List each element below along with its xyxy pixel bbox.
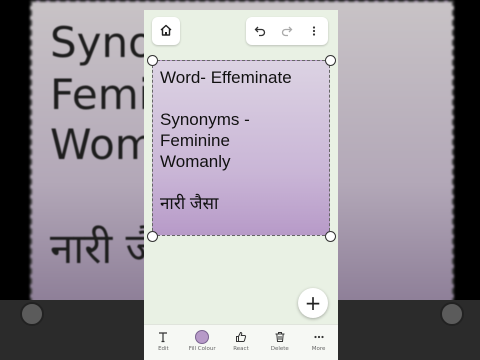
sticky-note[interactable]: Word- Effeminate Synonyms - Feminine Wom… <box>152 60 330 236</box>
fill-colour-label: Fill Colour <box>188 346 216 352</box>
resize-handle-bottom-right[interactable] <box>325 231 336 242</box>
more-vertical-icon[interactable] <box>304 21 324 41</box>
more-horizontal-icon <box>313 329 325 345</box>
trash-icon <box>274 329 286 345</box>
edit-label: Edit <box>158 346 169 352</box>
bottom-toolbar: Edit Fill Colour React Delete More <box>144 324 338 360</box>
react-button[interactable]: React <box>222 329 260 352</box>
app-screen: Word- Effeminate Synonyms - Feminine Wom… <box>144 10 338 360</box>
note-text-line: नारी जैसा <box>160 194 219 213</box>
top-toolbar <box>144 10 338 50</box>
more-label: More <box>311 346 326 352</box>
react-label: React <box>233 346 249 352</box>
resize-handle-top-right[interactable] <box>325 55 336 66</box>
resize-handle-top-left[interactable] <box>147 55 158 66</box>
edit-actions-group <box>246 17 328 45</box>
note-text-line: Word- Effeminate <box>160 68 292 87</box>
home-button[interactable] <box>152 17 180 45</box>
note-text-line: Feminine <box>160 131 230 150</box>
home-icon <box>159 22 173 41</box>
text-edit-icon <box>157 329 169 345</box>
resize-handle-bottom-left[interactable] <box>147 231 158 242</box>
note-text-line: Womanly <box>160 152 231 171</box>
fill-colour-button[interactable]: Fill Colour <box>183 329 221 352</box>
redo-icon[interactable] <box>277 21 297 41</box>
plus-icon: + <box>304 291 322 315</box>
delete-label: Delete <box>270 346 289 352</box>
background-handle <box>440 302 464 326</box>
more-button[interactable]: More <box>300 329 338 352</box>
undo-icon[interactable] <box>250 21 270 41</box>
edit-button[interactable]: Edit <box>144 329 182 352</box>
add-button[interactable]: + <box>298 288 328 318</box>
background-handle <box>20 302 44 326</box>
thumbs-up-icon <box>235 329 247 345</box>
note-text-line: Synonyms - <box>160 110 250 129</box>
colour-swatch-icon <box>195 329 210 345</box>
delete-button[interactable]: Delete <box>261 329 299 352</box>
